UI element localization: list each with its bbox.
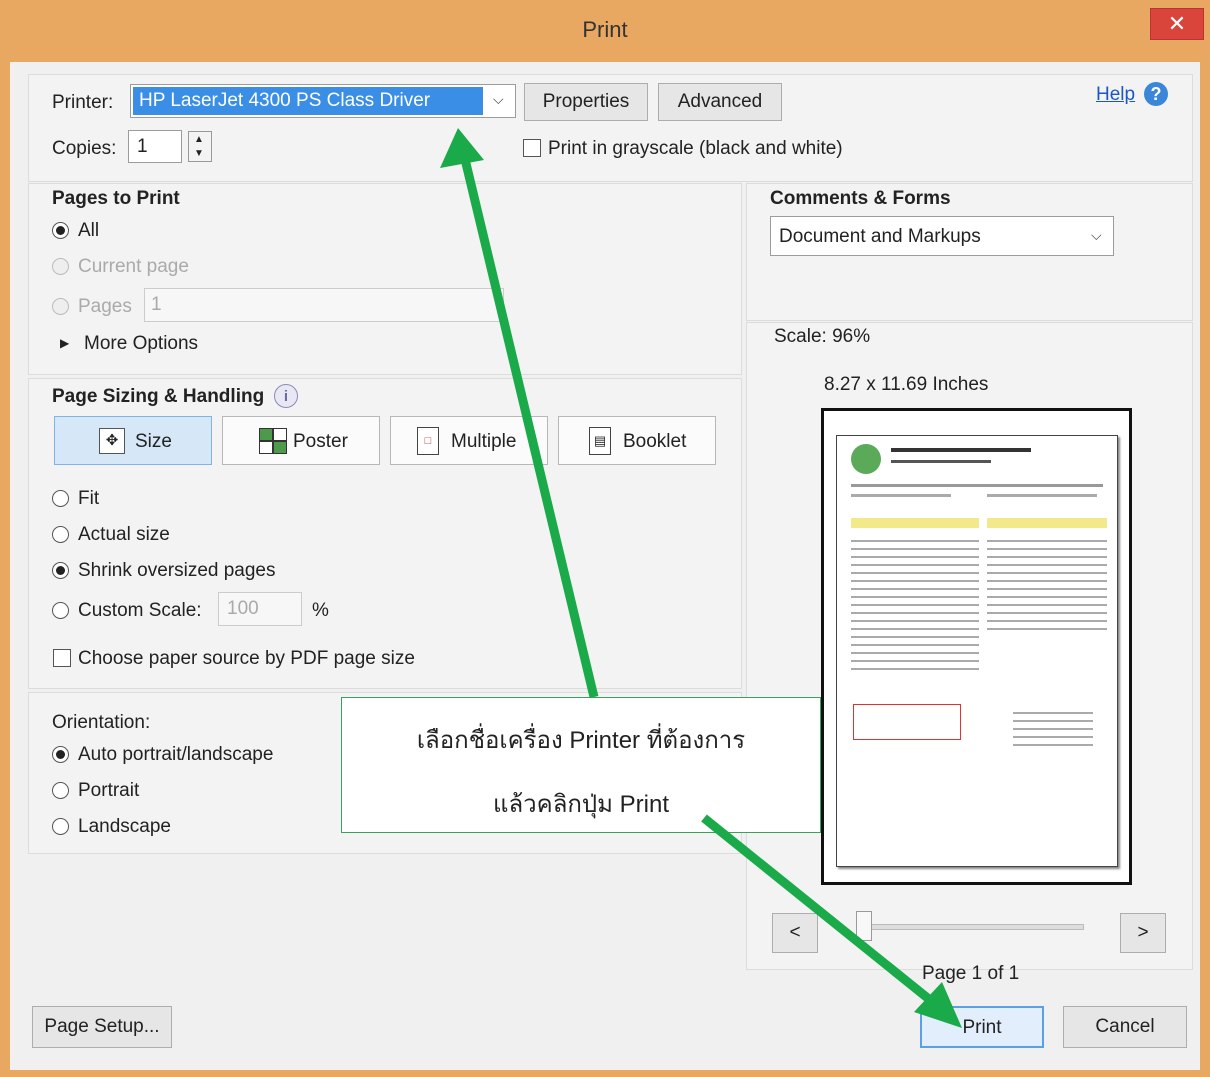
arrow-to-printer	[459, 153, 599, 699]
arrow-head-up	[440, 128, 484, 168]
annotation-arrows	[440, 128, 962, 1028]
arrow-to-print	[701, 814, 943, 1012]
